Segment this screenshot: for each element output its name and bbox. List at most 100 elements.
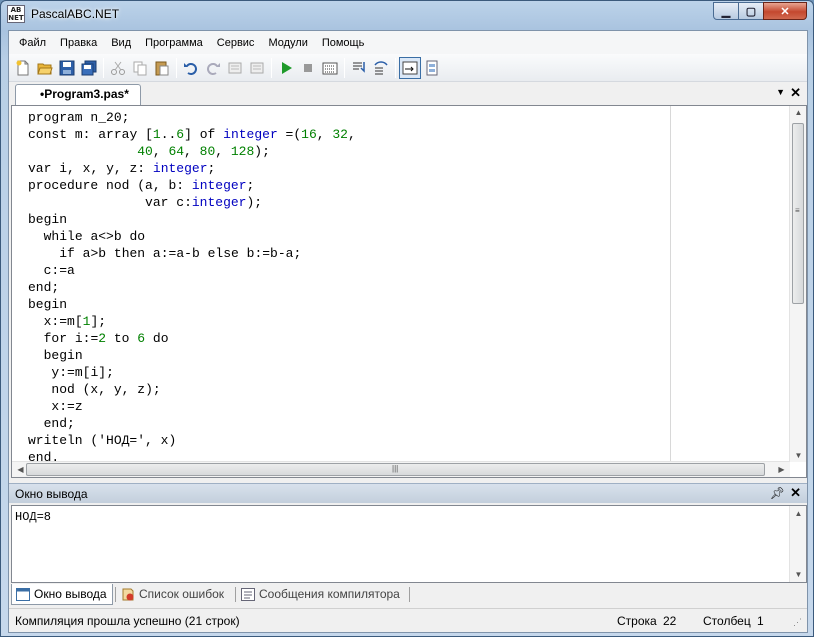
code-text[interactable]: program n_20; const m: array [1..6] of in… bbox=[28, 109, 356, 466]
redo-button[interactable] bbox=[202, 57, 224, 79]
redo-icon bbox=[207, 62, 220, 75]
code-line[interactable]: for i:=2 to 6 do bbox=[28, 330, 356, 347]
new-file-button[interactable] bbox=[12, 57, 34, 79]
minimize-button[interactable]: ▁ bbox=[713, 2, 739, 20]
run-button[interactable] bbox=[275, 57, 297, 79]
paste-icon bbox=[155, 61, 169, 75]
indent-button[interactable] bbox=[224, 57, 246, 79]
thumb-grip-icon: ≡ bbox=[795, 206, 800, 215]
row-value: 22 bbox=[663, 614, 677, 628]
compile-icon bbox=[322, 62, 338, 74]
editor-tab-strip: •Program3.pas* ▼ ✕ bbox=[9, 83, 807, 105]
step-into-icon bbox=[353, 61, 365, 73]
stop-button[interactable] bbox=[297, 57, 319, 79]
cut-button[interactable] bbox=[107, 57, 129, 79]
tab-error-list[interactable]: Список ошибок bbox=[117, 584, 235, 605]
tab-program3[interactable]: •Program3.pas* bbox=[15, 84, 141, 105]
code-line[interactable]: end; bbox=[28, 415, 356, 432]
code-editor[interactable]: program n_20; const m: array [1..6] of in… bbox=[11, 105, 807, 478]
compiler-messages-icon bbox=[241, 588, 255, 601]
code-line[interactable]: x:=m[1]; bbox=[28, 313, 356, 330]
tab-label: •Program3.pas* bbox=[40, 87, 129, 101]
output-window-toggle[interactable] bbox=[399, 56, 421, 79]
save-all-button[interactable] bbox=[78, 57, 100, 79]
undo-button[interactable] bbox=[180, 57, 202, 79]
code-line[interactable]: writeln ('НОД=', x) bbox=[28, 432, 356, 449]
menu-modules[interactable]: Модули bbox=[261, 33, 314, 53]
open-folder-icon bbox=[37, 63, 53, 74]
undo-icon bbox=[184, 62, 197, 75]
code-line[interactable]: program n_20; bbox=[28, 109, 356, 126]
column-label: Столбец bbox=[703, 614, 751, 628]
code-line[interactable]: begin bbox=[28, 211, 356, 228]
row-label: Строка bbox=[617, 614, 657, 628]
menu-program[interactable]: Программа bbox=[138, 33, 210, 53]
menu-help[interactable]: Помощь bbox=[315, 33, 372, 53]
code-line[interactable]: const m: array [1..6] of integer =(16, 3… bbox=[28, 126, 356, 143]
maximize-button[interactable]: ▢ bbox=[738, 2, 764, 20]
scroll-up-arrow-icon[interactable]: ▲ bbox=[790, 108, 807, 117]
step-over-icon bbox=[374, 60, 388, 74]
title-bar[interactable]: AB NET PascalABC.NET ▁ ▢ ✕ bbox=[1, 1, 813, 29]
tab-output-window[interactable]: Окно вывода bbox=[11, 584, 113, 605]
code-line[interactable]: end; bbox=[28, 279, 356, 296]
code-line[interactable]: begin bbox=[28, 296, 356, 313]
menu-bar: Файл Правка Вид Программа Сервис Модули … bbox=[9, 31, 807, 54]
output-text: НОД=8 bbox=[15, 510, 52, 524]
status-bar: Компиляция прошла успешно (21 строк) Стр… bbox=[9, 608, 807, 632]
menu-edit[interactable]: Правка bbox=[53, 33, 104, 53]
code-line[interactable]: c:=a bbox=[28, 262, 356, 279]
column-value: 1 bbox=[757, 614, 764, 628]
form-icon bbox=[426, 60, 438, 75]
tab-list-dropdown-icon[interactable]: ▼ bbox=[776, 87, 785, 97]
code-line[interactable]: var i, x, y, z: integer; bbox=[28, 160, 356, 177]
code-line[interactable]: procedure nod (a, b: integer; bbox=[28, 177, 356, 194]
output-window[interactable]: НОД=8 ▲ ▼ bbox=[11, 505, 807, 583]
step-into-button[interactable] bbox=[348, 57, 370, 79]
code-line[interactable]: if a>b then a:=a-b else b:=b-a; bbox=[28, 245, 356, 262]
toolbar-separator bbox=[395, 57, 396, 78]
scroll-up-arrow-icon[interactable]: ▲ bbox=[790, 509, 807, 518]
step-over-button[interactable] bbox=[370, 57, 392, 79]
bottom-tab-strip: Окно вывода Список ошибок Сообщения комп… bbox=[9, 584, 807, 606]
unindent-button[interactable] bbox=[246, 57, 268, 79]
output-window-icon bbox=[16, 588, 30, 601]
resize-grip-icon[interactable]: ⋰ bbox=[793, 617, 802, 628]
toolbar-separator bbox=[103, 57, 104, 78]
code-line[interactable]: x:=z bbox=[28, 398, 356, 415]
close-window-button[interactable]: ✕ bbox=[763, 2, 807, 20]
tab-compiler-messages[interactable]: Сообщения компилятора bbox=[237, 584, 409, 605]
code-line[interactable]: y:=m[i]; bbox=[28, 364, 356, 381]
open-file-button[interactable] bbox=[34, 57, 56, 79]
close-panel-icon[interactable]: ✕ bbox=[790, 485, 801, 501]
console-icon bbox=[402, 61, 418, 74]
code-line[interactable]: var c:integer); bbox=[28, 194, 356, 211]
paste-button[interactable] bbox=[151, 57, 173, 79]
tab-separator bbox=[115, 587, 116, 602]
output-vertical-scrollbar[interactable]: ▲ ▼ bbox=[789, 506, 806, 582]
code-line[interactable]: while a<>b do bbox=[28, 228, 356, 245]
client-area: Файл Правка Вид Программа Сервис Модули … bbox=[8, 30, 808, 633]
scroll-down-arrow-icon[interactable]: ▼ bbox=[790, 570, 807, 579]
menu-service[interactable]: Сервис bbox=[210, 33, 262, 53]
menu-file[interactable]: Файл bbox=[12, 33, 53, 53]
close-tab-icon[interactable]: ✕ bbox=[790, 85, 801, 101]
new-file-icon bbox=[16, 60, 29, 75]
toolbar-separator bbox=[176, 57, 177, 78]
code-line[interactable]: nod (x, y, z); bbox=[28, 381, 356, 398]
code-line[interactable]: 40, 64, 80, 128); bbox=[28, 143, 356, 160]
compile-button[interactable] bbox=[319, 57, 341, 79]
scroll-right-arrow-icon[interactable]: ▶ bbox=[773, 465, 790, 474]
editor-vertical-scrollbar[interactable]: ▲ ≡ ▼ bbox=[789, 106, 806, 462]
form-designer-button[interactable] bbox=[421, 57, 443, 79]
code-line[interactable]: begin bbox=[28, 347, 356, 364]
copy-button[interactable] bbox=[129, 57, 151, 79]
editor-horizontal-scrollbar[interactable]: ◀ ||| ▶ bbox=[12, 461, 790, 477]
status-message: Компиляция прошла успешно (21 строк) bbox=[15, 614, 240, 628]
menu-view[interactable]: Вид bbox=[104, 33, 138, 53]
save-button[interactable] bbox=[56, 57, 78, 79]
right-margin-line bbox=[670, 106, 671, 462]
toolbar bbox=[9, 54, 807, 82]
pin-icon[interactable]: 📌︎ bbox=[770, 486, 785, 500]
scroll-down-arrow-icon[interactable]: ▼ bbox=[790, 451, 807, 460]
